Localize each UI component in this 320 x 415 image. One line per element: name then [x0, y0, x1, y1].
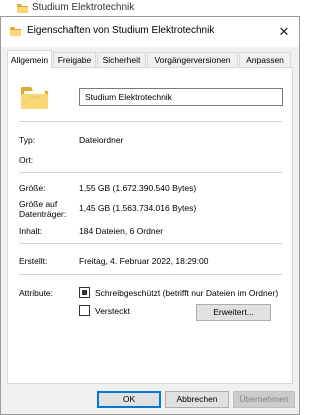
- size-value: 1,55 GB (1.672.390.540 Bytes): [79, 183, 197, 193]
- location-label: Ort:: [19, 155, 34, 165]
- size-on-disk-label-line1: Größe auf: [19, 199, 58, 209]
- readonly-checkbox-label[interactable]: Schreibgeschützt (betrifft nur Dateien i…: [95, 288, 278, 298]
- created-label: Erstellt:: [19, 256, 48, 266]
- type-label: Typ:: [19, 135, 36, 145]
- type-value: Dateiordner: [79, 135, 124, 145]
- hidden-checkbox-label[interactable]: Versteckt: [95, 306, 130, 316]
- attributes-label: Attribute:: [19, 288, 54, 298]
- background-window-titlebar: Studium Elektrotechnik: [0, 0, 300, 16]
- size-label: Größe:: [19, 183, 46, 193]
- size-on-disk-value: 1,45 GB (1.563.734.016 Bytes): [79, 203, 197, 213]
- separator: [19, 243, 282, 244]
- tab-strip: Allgemein Freigabe Sicherheit Vorgängerv…: [7, 50, 293, 69]
- contents-label: Inhalt:: [19, 226, 43, 236]
- properties-dialog: Eigenschaften von Studium Elektrotechnik…: [0, 16, 300, 415]
- folder-icon: [17, 4, 28, 13]
- tab-sicherheit[interactable]: Sicherheit: [97, 52, 146, 68]
- separator: [19, 274, 282, 275]
- dialog-titlebar[interactable]: Eigenschaften von Studium Elektrotechnik…: [1, 17, 299, 47]
- background-window-title: Studium Elektrotechnik: [32, 2, 135, 13]
- folder-large-icon: [21, 87, 48, 109]
- advanced-button[interactable]: Erweitert...: [196, 304, 271, 321]
- apply-button[interactable]: Übernehmen: [233, 391, 295, 408]
- general-tab-panel: Studium Elektrotechnik Typ: Dateiordner …: [7, 67, 293, 384]
- close-button[interactable]: ✕: [271, 20, 297, 44]
- tab-allgemein[interactable]: Allgemein: [7, 50, 52, 69]
- contents-value: 184 Dateien, 6 Ordner: [79, 226, 164, 236]
- readonly-checkbox[interactable]: [79, 287, 90, 298]
- tab-vorgaengerversionen[interactable]: Vorgängerversionen: [147, 52, 238, 68]
- cancel-button[interactable]: Abbrechen: [165, 391, 229, 408]
- tab-freigabe[interactable]: Freigabe: [53, 52, 96, 68]
- separator: [19, 121, 282, 122]
- hidden-checkbox[interactable]: [79, 305, 90, 316]
- tab-anpassen[interactable]: Anpassen: [239, 52, 291, 68]
- size-on-disk-label-line2: Datenträger:: [19, 209, 67, 219]
- close-icon: ✕: [278, 24, 290, 39]
- folder-name-input[interactable]: Studium Elektrotechnik: [79, 88, 283, 106]
- ok-button[interactable]: OK: [97, 391, 161, 408]
- separator: [19, 172, 282, 173]
- created-value: Freitag, 4. Februar 2022, 18:29:00: [79, 256, 209, 266]
- folder-icon: [10, 27, 21, 36]
- dialog-title: Eigenschaften von Studium Elektrotechnik: [27, 25, 215, 36]
